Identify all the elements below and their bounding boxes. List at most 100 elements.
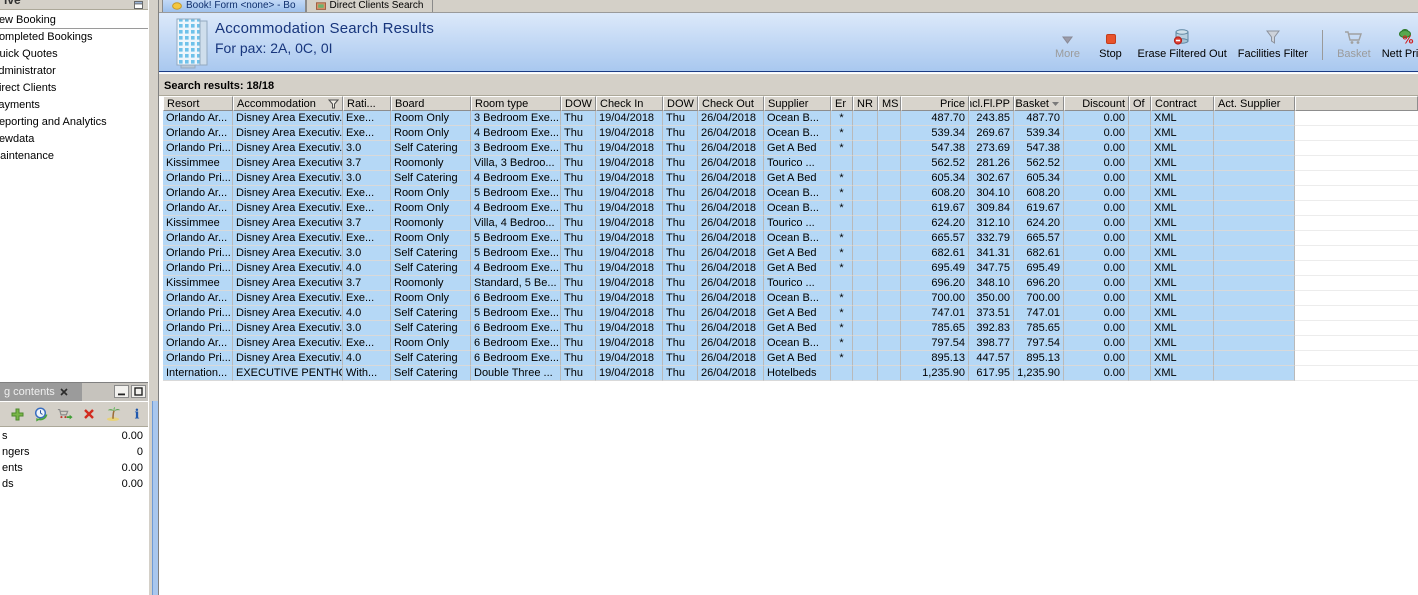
- sidebar-item-maintenance[interactable]: Maintenance: [0, 148, 148, 165]
- pin-window-icon[interactable]: [134, 1, 143, 9]
- column-header-er[interactable]: Er: [831, 96, 853, 111]
- cell-check_in: 19/04/2018: [596, 186, 663, 201]
- more-button[interactable]: More: [1052, 28, 1084, 60]
- column-header-discount[interactable]: Discount: [1064, 96, 1129, 111]
- column-header-ms[interactable]: MS: [878, 96, 901, 111]
- cell-dow_in: Thu: [561, 306, 596, 321]
- sidebar-item-administrator[interactable]: Administrator: [0, 63, 148, 80]
- cell-act_supplier: [1214, 276, 1295, 291]
- cart-transfer-icon[interactable]: [57, 406, 73, 422]
- column-header-board[interactable]: Board: [391, 96, 471, 111]
- table-row[interactable]: Orlando Ar... Disney Area Executiv... Exe.…: [163, 231, 1418, 246]
- column-header-label: Act. Supplier: [1218, 97, 1281, 110]
- table-row[interactable]: Orlando Pri... Disney Area Executiv... 4.0…: [163, 306, 1418, 321]
- cell-discount: 0.00: [1064, 321, 1129, 336]
- cell-resort: Orlando Pri...: [163, 261, 233, 276]
- column-header-supplier[interactable]: Supplier: [764, 96, 831, 111]
- sidebar-item-quick-quotes[interactable]: Quick Quotes: [0, 46, 148, 63]
- table-row[interactable]: Kissimmee Disney Area Executive 3.7 Roomonl…: [163, 276, 1418, 291]
- cell-contract: XML: [1151, 201, 1214, 216]
- nett-price-button[interactable]: % Nett Price: [1382, 28, 1418, 60]
- cell-incl_fl_pp: 447.57: [969, 351, 1014, 366]
- cell-supplier: Get A Bed: [764, 141, 831, 156]
- minimize-icon[interactable]: [114, 385, 129, 398]
- cell-resort: Orlando Pri...: [163, 171, 233, 186]
- column-header-price[interactable]: Price: [901, 96, 969, 111]
- basket-button[interactable]: Basket: [1337, 28, 1371, 60]
- delete-icon[interactable]: [81, 406, 97, 422]
- table-row[interactable]: Orlando Pri... Disney Area Executiv... 3.0…: [163, 171, 1418, 186]
- cell-resort: Kissimmee: [163, 216, 233, 231]
- cell-contract: XML: [1151, 186, 1214, 201]
- table-row[interactable]: Orlando Pri... Disney Area Executiv... 4.0…: [163, 261, 1418, 276]
- cell-resort: Internation...: [163, 366, 233, 381]
- table-row[interactable]: Orlando Ar... Disney Area Executiv... Exe.…: [163, 336, 1418, 351]
- sidebar-item-reporting-and-analytics[interactable]: Reporting and Analytics: [0, 114, 148, 131]
- table-row[interactable]: Orlando Pri... Disney Area Executiv... 3.0…: [163, 246, 1418, 261]
- cell-dow_out: Thu: [663, 156, 698, 171]
- add-icon[interactable]: [9, 406, 25, 422]
- facilities-filter-button[interactable]: Facilities Filter: [1238, 28, 1308, 60]
- sidebar-item-new-booking[interactable]: New Booking: [0, 12, 148, 29]
- table-row[interactable]: Kissimmee Disney Area Executive 3.7 Roomonl…: [163, 216, 1418, 231]
- cell-supplier: Tourico ...: [764, 276, 831, 291]
- table-row[interactable]: Orlando Pri... Disney Area Executiv... 3.0…: [163, 141, 1418, 156]
- info-icon[interactable]: i: [129, 406, 145, 422]
- cell-supplier: Get A Bed: [764, 171, 831, 186]
- sidebar-item-completed-bookings[interactable]: Completed Bookings: [0, 29, 148, 46]
- cell-nr: [853, 111, 878, 126]
- maximize-icon[interactable]: [131, 385, 146, 398]
- cell-price: 682.61: [901, 246, 969, 261]
- erase-filtered-out-button[interactable]: Erase Filtered Out: [1138, 28, 1227, 60]
- booking-contents-tab[interactable]: g contents: [0, 383, 82, 401]
- sidebar-item-newdata[interactable]: Newdata: [0, 131, 148, 148]
- cell-filler: [1295, 261, 1418, 276]
- table-row[interactable]: Orlando Ar... Disney Area Executiv... Exe.…: [163, 186, 1418, 201]
- sidebar-item-payments[interactable]: Payments: [0, 97, 148, 114]
- column-header-dow[interactable]: DOW: [561, 96, 596, 111]
- tab-direct-clients-search[interactable]: Direct Clients Search: [305, 0, 434, 12]
- column-header-contract[interactable]: Contract: [1151, 96, 1214, 111]
- stop-button[interactable]: Stop: [1095, 28, 1127, 60]
- cell-act_supplier: [1214, 111, 1295, 126]
- cell-check_out: 26/04/2018: [698, 171, 764, 186]
- close-icon[interactable]: [60, 388, 68, 396]
- column-header-check-in[interactable]: Check In: [596, 96, 663, 111]
- cell-incl_fl_pp: 312.10: [969, 216, 1014, 231]
- tab-book-form-none-bo[interactable]: Book! Form <none> - Bo: [162, 0, 306, 12]
- table-row[interactable]: Orlando Ar... Disney Area Executiv... Exe.…: [163, 111, 1418, 126]
- cell-act_supplier: [1214, 366, 1295, 381]
- table-row[interactable]: Orlando Pri... Disney Area Executiv... 4.0…: [163, 351, 1418, 366]
- column-header-rati[interactable]: Rati...: [343, 96, 391, 111]
- column-header-act-supplier[interactable]: Act. Supplier: [1214, 96, 1295, 111]
- cell-discount: 0.00: [1064, 171, 1129, 186]
- cell-discount: 0.00: [1064, 216, 1129, 231]
- refresh-clock-icon[interactable]: [33, 406, 49, 422]
- cell-of: [1129, 246, 1151, 261]
- cell-supplier: Ocean B...: [764, 291, 831, 306]
- table-row[interactable]: Orlando Ar... Disney Area Executiv... Exe.…: [163, 126, 1418, 141]
- cell-incl_fl_pp: 309.84: [969, 201, 1014, 216]
- column-header-label: Room type: [475, 97, 529, 110]
- cell-rating: 4.0: [343, 351, 391, 366]
- column-header-accommodation[interactable]: Accommodation: [233, 96, 343, 111]
- palm-tree-icon[interactable]: [105, 406, 121, 422]
- cell-contract: XML: [1151, 306, 1214, 321]
- table-row[interactable]: Internation...EXECUTIVE PENTHO...With...…: [163, 366, 1418, 381]
- table-row[interactable]: Orlando Pri... Disney Area Executiv... 3.0…: [163, 321, 1418, 336]
- table-row[interactable]: Orlando Ar... Disney Area Executiv... Exe.…: [163, 291, 1418, 306]
- cell-er: *: [831, 321, 853, 336]
- sidebar-item-direct-clients[interactable]: Direct Clients: [0, 80, 148, 97]
- column-header-room-type[interactable]: Room type: [471, 96, 561, 111]
- table-row[interactable]: Kissimmee Disney Area Executive 3.7 Roomonl…: [163, 156, 1418, 171]
- column-header-incl-fl-pp[interactable]: Incl.Fl.PP: [969, 96, 1014, 111]
- column-header-of[interactable]: Of: [1129, 96, 1151, 111]
- column-header-resort[interactable]: Resort: [163, 96, 233, 111]
- column-header-nr[interactable]: NR: [853, 96, 878, 111]
- cell-resort: Orlando Ar...: [163, 291, 233, 306]
- column-header-dow[interactable]: DOW: [663, 96, 698, 111]
- column-header-check-out[interactable]: Check Out: [698, 96, 764, 111]
- column-header-basket[interactable]: Basket: [1014, 96, 1064, 111]
- table-row[interactable]: Orlando Ar... Disney Area Executiv... Exe.…: [163, 201, 1418, 216]
- cell-contract: XML: [1151, 231, 1214, 246]
